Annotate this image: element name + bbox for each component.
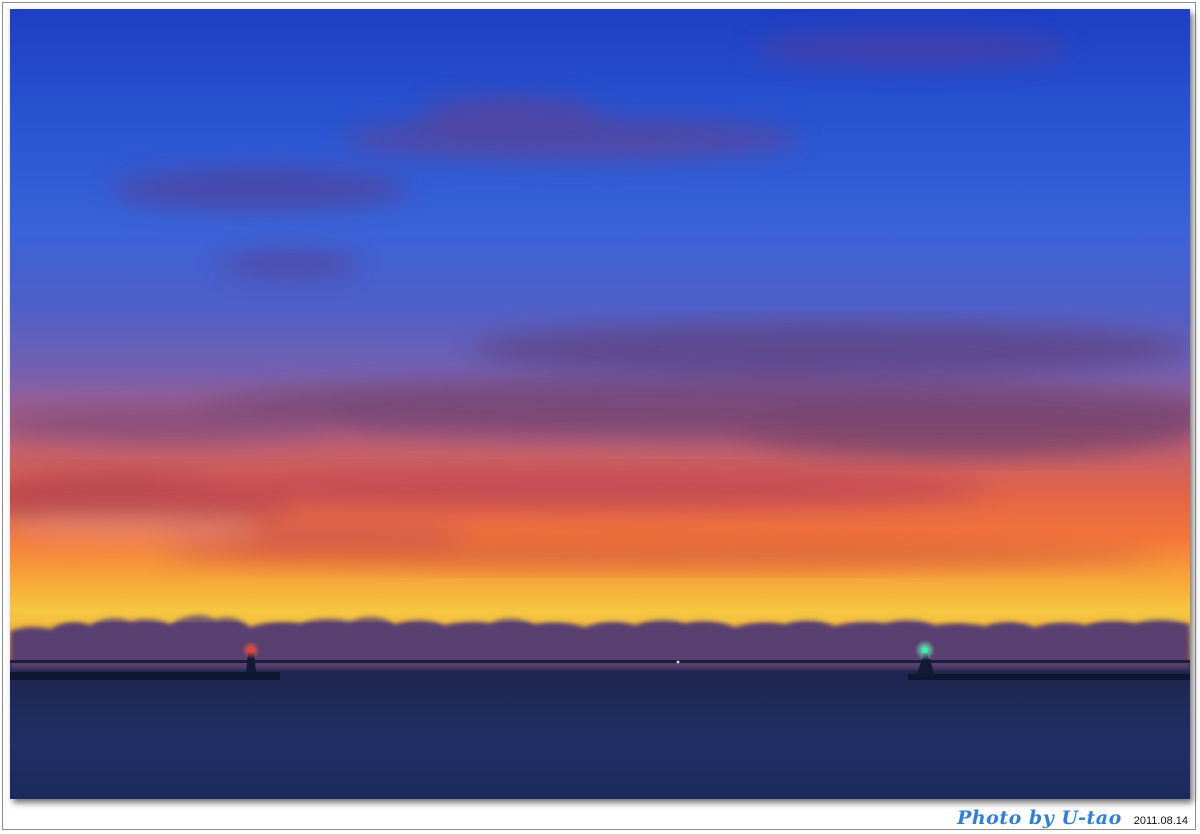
scene-overlay [10, 31, 1190, 680]
ship-light [676, 660, 680, 664]
photographer-signature: Photo by U-tao [957, 807, 1122, 829]
lower-clouds [10, 469, 1160, 568]
left-beacon [248, 647, 254, 653]
sunset-photo [10, 9, 1190, 799]
horizon-glow [10, 607, 1190, 621]
horizon-line [10, 660, 1190, 663]
upper-clouds [110, 31, 1070, 278]
photo-date: 2011.08.14 [1133, 815, 1188, 827]
right-beacon [922, 647, 928, 653]
photo-credit: Photo by U-tao 2011.08.14 [957, 807, 1188, 829]
mid-clouds [10, 323, 1190, 457]
